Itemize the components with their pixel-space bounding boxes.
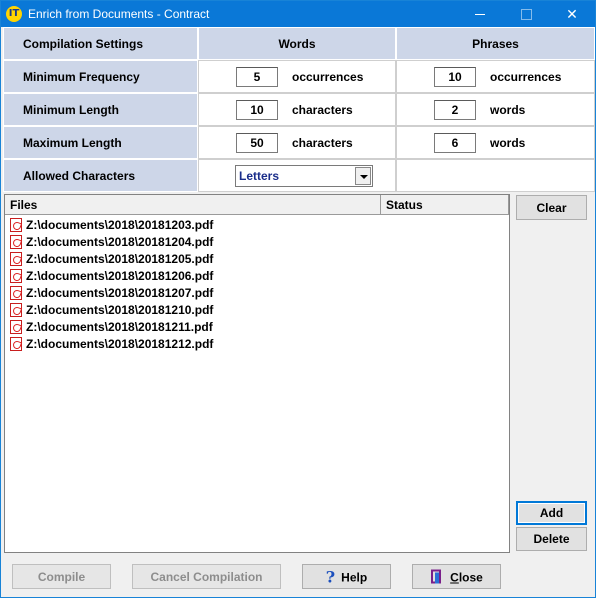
phrases-column-header: Phrases [396, 27, 595, 60]
min-length-words-unit: characters [292, 103, 353, 117]
window-title: Enrich from Documents - Contract [28, 7, 210, 21]
min-length-row-label: Minimum Length [3, 93, 198, 126]
file-path: Z:\documents\2018\20181205.pdf [26, 252, 214, 266]
enrich-dialog: IT Enrich from Documents - Contract ✕ Co… [0, 0, 596, 598]
compile-button-label: Compile [37, 569, 86, 584]
help-button-label: Help [341, 570, 368, 584]
pdf-file-icon [10, 269, 22, 283]
file-path: Z:\documents\2018\20181204.pdf [26, 235, 214, 249]
delete-button-label: Delete [533, 532, 570, 546]
words-header-label: Words [278, 36, 316, 51]
min-frequency-label: Minimum Frequency [23, 69, 140, 84]
allowed-characters-label: Allowed Characters [23, 168, 136, 183]
allowed-characters-row-label: Allowed Characters [3, 159, 198, 192]
min-length-label: Minimum Length [23, 102, 119, 117]
add-button[interactable]: Add [516, 501, 587, 525]
min-frequency-phrases-unit: occurrences [490, 70, 562, 84]
minimize-button[interactable] [457, 1, 503, 27]
file-path: Z:\documents\2018\20181206.pdf [26, 269, 214, 283]
files-column-header[interactable]: Files [5, 195, 381, 215]
title-bar[interactable]: IT Enrich from Documents - Contract ✕ [1, 1, 595, 27]
close-window-button[interactable]: ✕ [549, 1, 595, 27]
words-column-header: Words [198, 27, 396, 60]
clear-button-label: Clear [536, 200, 567, 215]
compile-button[interactable]: Compile [12, 564, 111, 589]
max-length-phrases-cell: 6 words [396, 126, 595, 159]
file-path: Z:\documents\2018\20181212.pdf [26, 337, 214, 351]
cancel-compilation-label: Cancel Compilation [150, 569, 263, 584]
file-list[interactable]: Files Status Z:\documents\2018\20181203.… [4, 194, 510, 553]
settings-header-label: Compilation Settings [23, 36, 143, 51]
help-icon: ? [325, 567, 336, 586]
pdf-file-icon [10, 303, 22, 317]
min-length-words-cell: 10 characters [198, 93, 396, 126]
add-button-label: Add [539, 506, 564, 520]
status-column-header[interactable]: Status [381, 195, 509, 215]
door-exit-icon [430, 569, 444, 584]
settings-header: Compilation Settings [3, 27, 198, 60]
file-path: Z:\documents\2018\20181207.pdf [26, 286, 214, 300]
min-frequency-phrases-input[interactable]: 10 [434, 67, 476, 87]
max-length-words-cell: 50 characters [198, 126, 396, 159]
min-frequency-phrases-cell: 10 occurrences [396, 60, 595, 93]
max-length-label: Maximum Length [23, 135, 122, 150]
allowed-characters-value: Letters [239, 169, 280, 183]
min-frequency-words-input[interactable]: 5 [236, 67, 278, 87]
min-length-phrases-cell: 2 words [396, 93, 595, 126]
min-frequency-words-unit: occurrences [292, 70, 364, 84]
max-length-words-input[interactable]: 50 [236, 133, 278, 153]
pdf-file-icon [10, 235, 22, 249]
help-button[interactable]: ? Help [302, 564, 391, 589]
file-path: Z:\documents\2018\20181210.pdf [26, 303, 214, 317]
allowed-characters-select[interactable]: Letters [235, 165, 373, 187]
pdf-file-icon [10, 320, 22, 334]
max-length-words-unit: characters [292, 136, 353, 150]
pdf-file-icon [10, 252, 22, 266]
clear-button[interactable]: Clear [516, 195, 587, 220]
max-length-phrases-input[interactable]: 6 [434, 133, 476, 153]
pdf-file-icon [10, 218, 22, 232]
close-button[interactable]: Close [412, 564, 501, 589]
empty-phrases-cell [396, 159, 595, 192]
min-frequency-words-cell: 5 occurrences [198, 60, 396, 93]
close-button-mnemonic: C [450, 570, 459, 584]
file-path: Z:\documents\2018\20181211.pdf [26, 320, 213, 334]
max-length-row-label: Maximum Length [3, 126, 198, 159]
pdf-file-icon [10, 337, 22, 351]
cancel-compilation-button[interactable]: Cancel Compilation [132, 564, 281, 589]
min-frequency-row-label: Minimum Frequency [3, 60, 198, 93]
files-column-label: Files [10, 198, 38, 212]
min-length-words-input[interactable]: 10 [236, 100, 278, 120]
min-length-phrases-input[interactable]: 2 [434, 100, 476, 120]
max-length-phrases-unit: words [490, 136, 526, 150]
phrases-header-label: Phrases [472, 36, 519, 51]
allowed-characters-cell: Letters [198, 159, 396, 192]
pdf-file-icon [10, 286, 22, 300]
delete-button[interactable]: Delete [516, 527, 587, 551]
min-length-phrases-unit: words [490, 103, 526, 117]
status-column-label: Status [386, 198, 423, 212]
close-button-label: lose [458, 570, 483, 584]
file-path: Z:\documents\2018\20181203.pdf [26, 218, 214, 232]
chevron-down-icon[interactable] [355, 167, 371, 185]
app-icon: IT [6, 6, 22, 22]
maximize-button [503, 1, 549, 27]
